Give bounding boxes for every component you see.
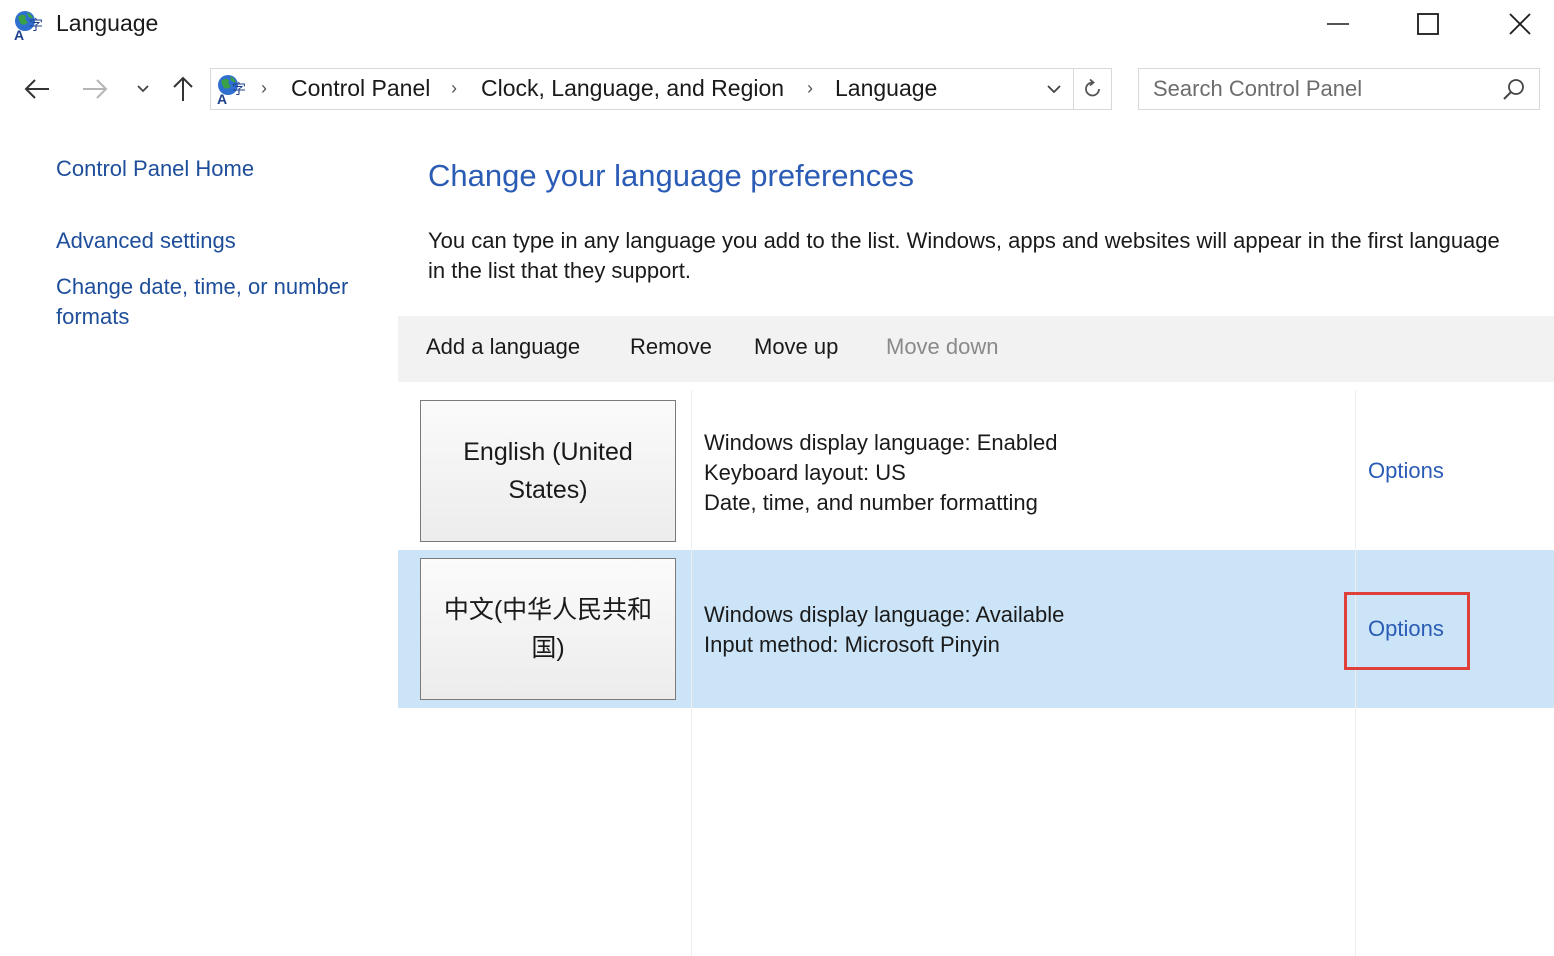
svg-text:字: 字 bbox=[232, 82, 246, 98]
search-icon[interactable] bbox=[1501, 77, 1527, 103]
page-title: Change your language preferences bbox=[428, 158, 915, 193]
globe-language-icon: A 字 bbox=[14, 11, 43, 42]
left-navigation-pane: Control Panel Home Advanced settings Cha… bbox=[56, 150, 386, 332]
change-date-time-number-formats-link[interactable]: Change date, time, or number formats bbox=[56, 272, 386, 332]
page-description: You can type in any language you add to … bbox=[428, 228, 1500, 283]
move-down-button: Move down bbox=[886, 334, 999, 359]
add-language-button[interactable]: Add a language bbox=[426, 334, 580, 360]
keyboard-layout: Keyboard layout: US bbox=[704, 460, 906, 485]
minimize-button[interactable] bbox=[1292, 0, 1384, 48]
arrow-up-icon bbox=[173, 76, 193, 101]
address-divider bbox=[1073, 69, 1074, 109]
maximize-icon bbox=[1417, 13, 1439, 35]
window-title: Language bbox=[56, 10, 159, 36]
svg-text:字: 字 bbox=[29, 18, 43, 34]
display-language-status: Windows display language: Enabled bbox=[704, 430, 1058, 455]
move-up-button[interactable]: Move up bbox=[754, 334, 838, 360]
title-bar: A 字 Language bbox=[0, 0, 1554, 52]
breadcrumb-separator-icon[interactable]: › bbox=[807, 78, 813, 99]
globe-language-icon: A 字 bbox=[217, 75, 246, 106]
input-method: Input method: Microsoft Pinyin bbox=[704, 632, 1000, 657]
language-row-english[interactable]: English (United States) Windows display … bbox=[398, 392, 1554, 552]
address-history-button[interactable] bbox=[1037, 69, 1071, 109]
remove-button[interactable]: Remove bbox=[630, 334, 712, 360]
up-button[interactable] bbox=[164, 70, 202, 108]
chevron-down-icon bbox=[137, 85, 149, 93]
recent-locations-button[interactable] bbox=[124, 70, 162, 108]
display-language-status: Windows display language: Available bbox=[704, 602, 1065, 627]
svg-text:A: A bbox=[217, 91, 227, 106]
advanced-settings-link[interactable]: Advanced settings bbox=[56, 226, 386, 256]
language-tile-chinese[interactable]: 中文(中华人民共和国) bbox=[420, 558, 676, 700]
column-divider bbox=[1355, 390, 1356, 956]
close-icon bbox=[1509, 13, 1531, 35]
forward-button[interactable] bbox=[76, 70, 114, 108]
refresh-icon bbox=[1085, 78, 1100, 97]
options-link-english[interactable]: Options bbox=[1368, 458, 1444, 484]
language-details-english: Windows display language: Enabled Keyboa… bbox=[704, 428, 1057, 518]
minimize-icon bbox=[1327, 23, 1349, 25]
breadcrumb-language[interactable]: Language bbox=[835, 75, 937, 102]
highlight-annotation bbox=[1344, 592, 1470, 670]
arrow-right-icon bbox=[83, 79, 108, 99]
search-input[interactable] bbox=[1153, 73, 1483, 105]
breadcrumb-separator-icon[interactable]: › bbox=[261, 78, 267, 99]
search-box[interactable] bbox=[1138, 68, 1540, 110]
address-bar[interactable]: A 字 › Control Panel › Clock, Language, a… bbox=[210, 68, 1112, 110]
breadcrumb-clock-language-region[interactable]: Clock, Language, and Region bbox=[481, 75, 784, 102]
refresh-button[interactable] bbox=[1075, 69, 1111, 109]
navigation-bar: A 字 › Control Panel › Clock, Language, a… bbox=[0, 62, 1554, 116]
control-panel-home-link[interactable]: Control Panel Home bbox=[56, 154, 386, 184]
column-divider bbox=[691, 390, 692, 956]
language-toolbar: Add a language Remove Move up Move down bbox=[398, 316, 1554, 382]
language-details-chinese: Windows display language: Available Inpu… bbox=[704, 600, 1064, 660]
formatting-info: Date, time, and number formatting bbox=[704, 490, 1038, 515]
breadcrumb-separator-icon[interactable]: › bbox=[451, 78, 457, 99]
svg-text:A: A bbox=[14, 27, 24, 42]
arrow-left-icon bbox=[24, 79, 49, 99]
back-button[interactable] bbox=[18, 70, 56, 108]
maximize-button[interactable] bbox=[1382, 0, 1474, 48]
chevron-down-icon bbox=[1047, 85, 1061, 94]
language-tile-english[interactable]: English (United States) bbox=[420, 400, 676, 542]
breadcrumb-control-panel[interactable]: Control Panel bbox=[291, 75, 430, 102]
close-button[interactable] bbox=[1474, 0, 1554, 48]
